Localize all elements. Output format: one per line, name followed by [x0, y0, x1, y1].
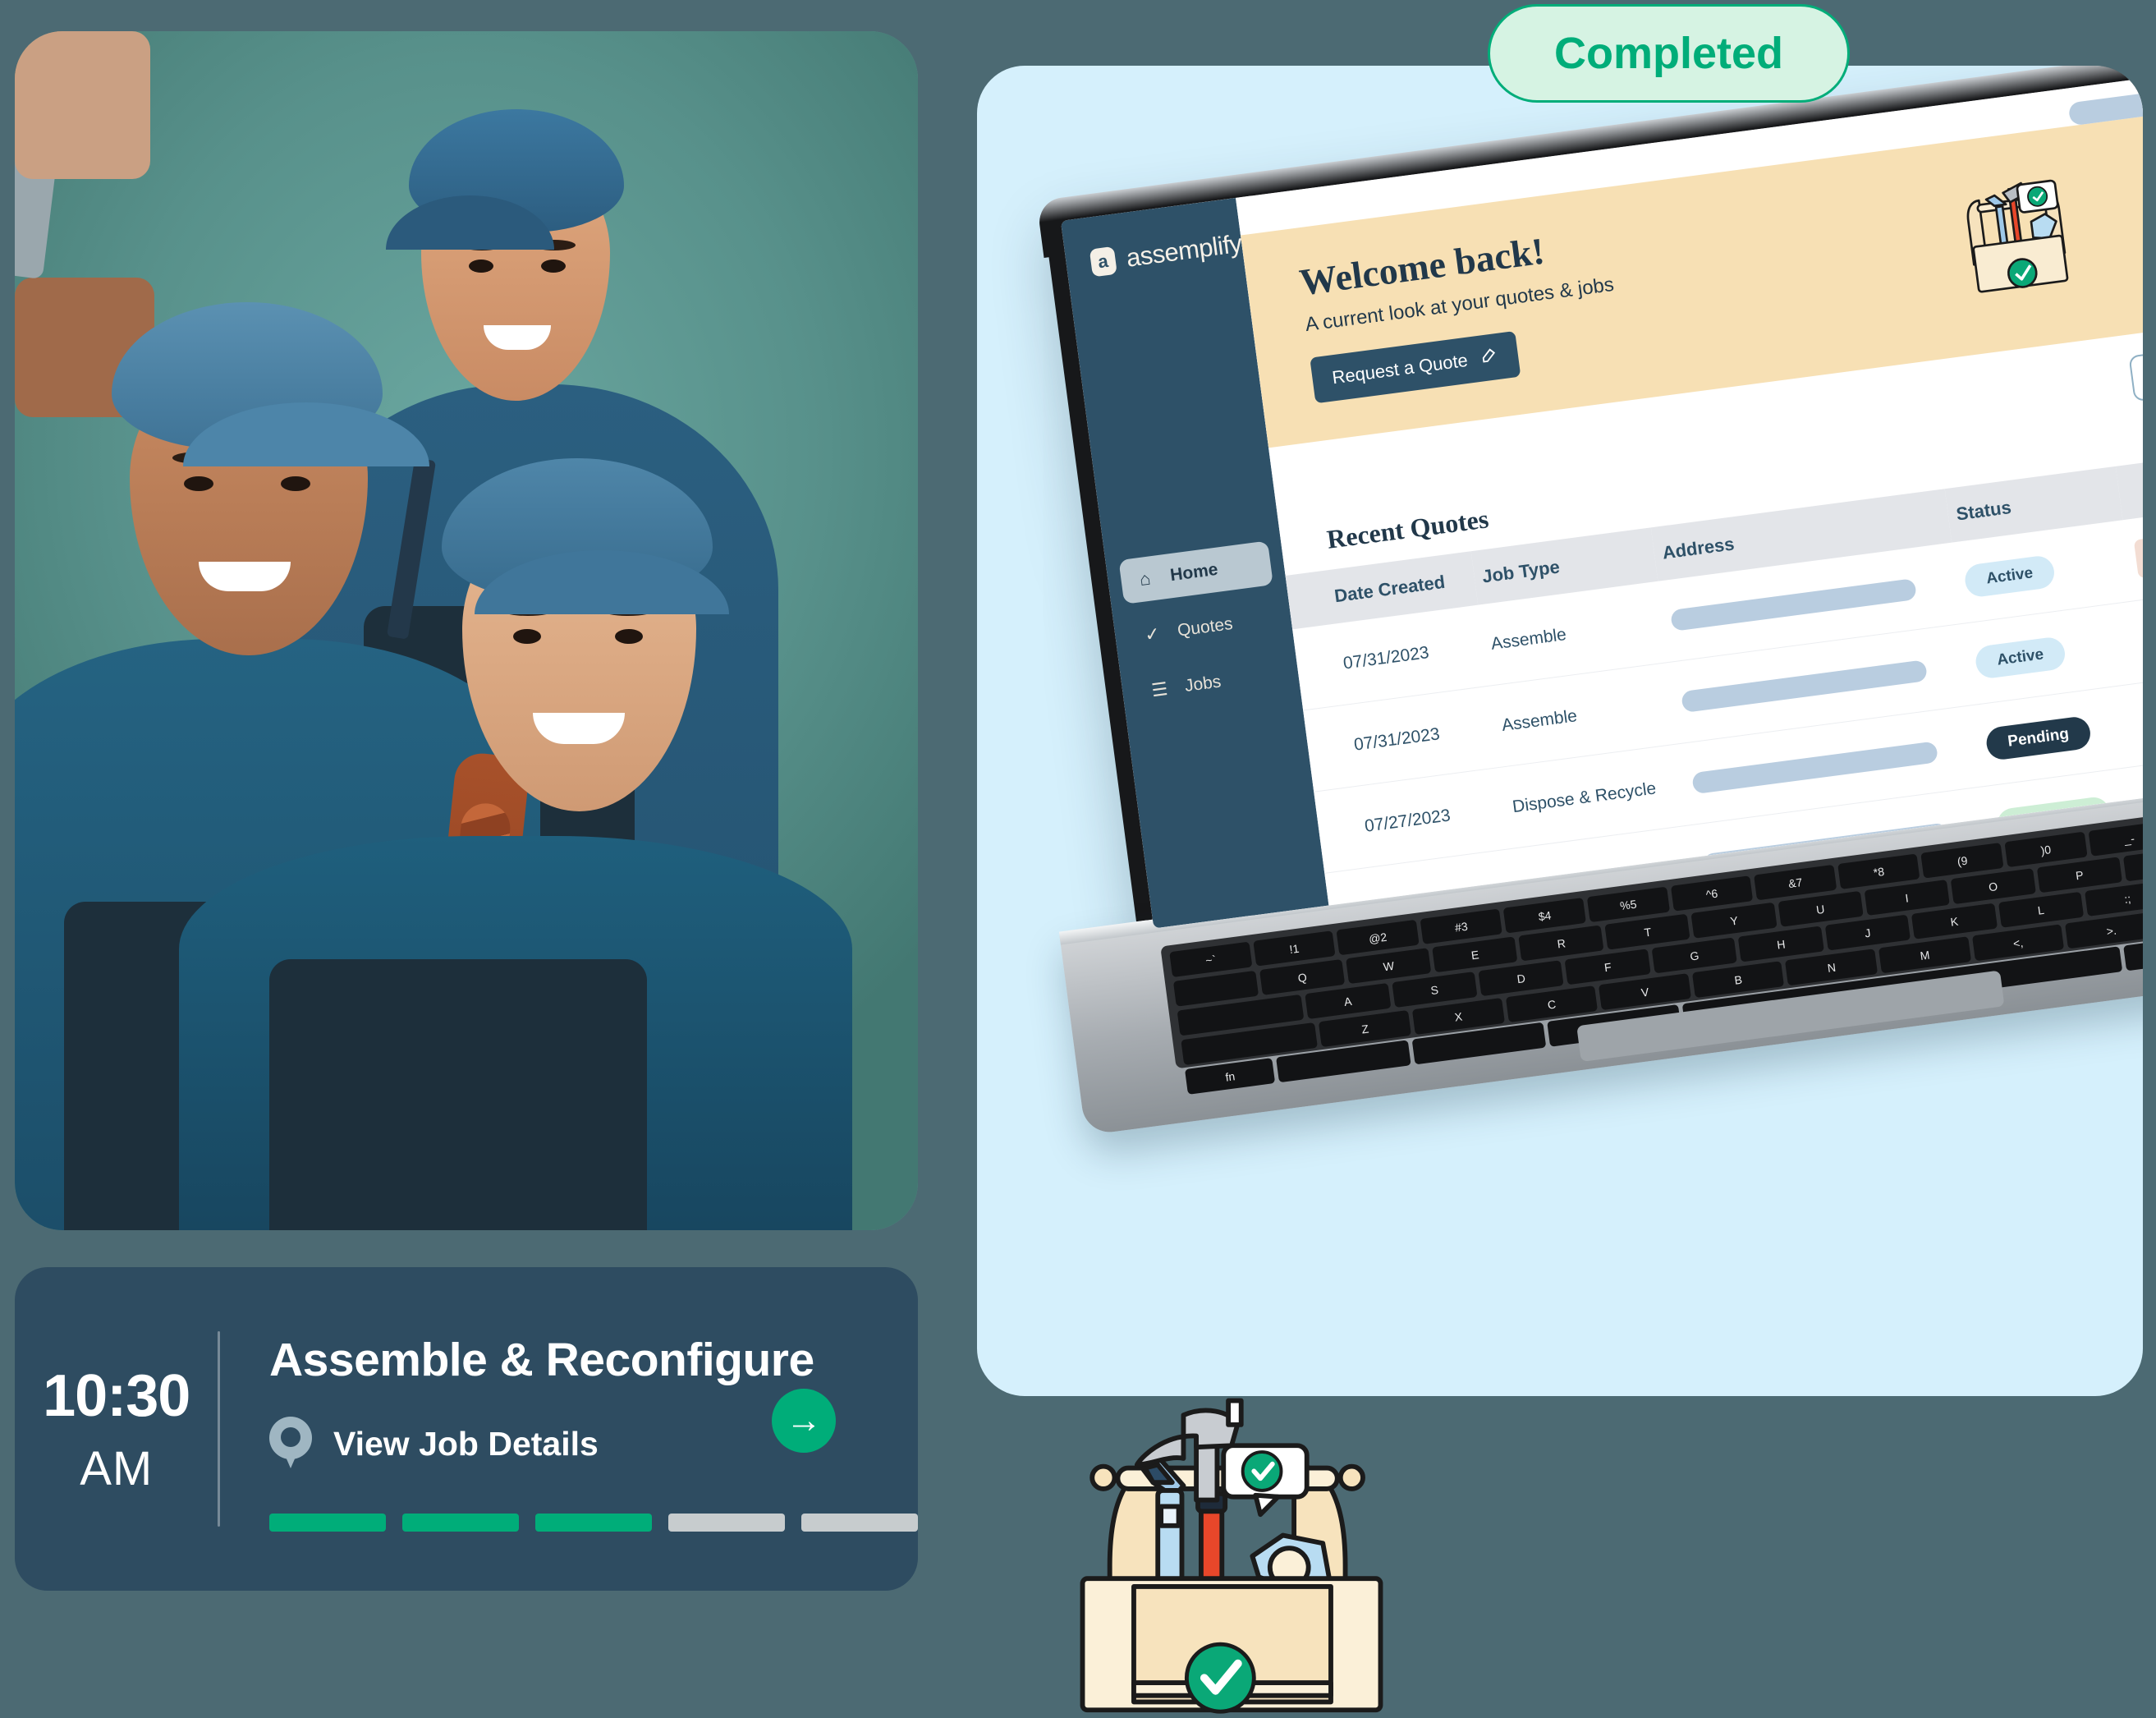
filter-button[interactable]: Filter	[2128, 343, 2143, 402]
laptop-screen: a assemplify ⌂ Home ✓ Quotes ☰ Jobs Welc…	[1060, 69, 2143, 929]
go-to-job-button[interactable]: →	[772, 1389, 836, 1453]
request-a-quote-button[interactable]: Request a Quote	[1310, 330, 1521, 404]
address-placeholder-bar	[1681, 659, 1928, 713]
progress-step	[402, 1514, 519, 1532]
pencil-square-icon	[1479, 345, 1500, 370]
sidebar-item-home[interactable]: ⌂ Home	[1118, 540, 1273, 604]
address-placeholder-bar	[1670, 577, 1917, 632]
job-time-value: 10:30	[43, 1362, 190, 1429]
eye-left	[469, 260, 493, 273]
address-placeholder-bar	[1691, 740, 1938, 794]
eye-right	[281, 476, 310, 491]
neck	[15, 31, 150, 179]
sidebar-item-label: Quotes	[1176, 613, 1234, 641]
sidebar-item-jobs[interactable]: ☰ Jobs	[1133, 651, 1287, 714]
brand: a assemplify	[1065, 229, 1244, 282]
check-badge-icon: ✓	[1143, 622, 1162, 645]
job-summary-card[interactable]: 10:30 AM Assemble & Reconfigure View Job…	[15, 1267, 918, 1591]
laptop-mockup: a assemplify ⌂ Home ✓ Quotes ☰ Jobs Welc…	[1042, 66, 2143, 1231]
job-title: Assemble & Reconfigure	[269, 1334, 814, 1386]
status-badge: Active	[1963, 554, 2057, 599]
brand-name: assemplify	[1124, 228, 1244, 273]
progress-step	[535, 1514, 652, 1532]
product-showcase-panel: a assemplify ⌂ Home ✓ Quotes ☰ Jobs Welc…	[977, 66, 2143, 1396]
welcome-copy: Welcome back! A current look at your quo…	[1297, 220, 1624, 404]
eye-right	[541, 260, 566, 273]
status-badge-completed: Completed	[1488, 4, 1851, 103]
sidebar-nav: ⌂ Home ✓ Quotes ☰ Jobs	[1106, 539, 1301, 716]
progress-step	[668, 1514, 785, 1532]
assemplify-logo-icon: a	[1089, 246, 1117, 278]
toolbox-illustration	[1063, 1388, 1400, 1718]
job-time: 10:30 AM	[15, 1267, 218, 1591]
request-a-quote-label: Request a Quote	[1330, 349, 1470, 388]
eye-right	[615, 629, 643, 644]
technician-front	[15, 31, 852, 1230]
team-photo-card	[15, 31, 918, 1230]
toolbox-illustration-small	[1933, 161, 2105, 315]
sidebar-item-quotes[interactable]: ✓ Quotes	[1126, 596, 1280, 659]
eye-left	[184, 476, 213, 491]
home-icon: ⌂	[1138, 567, 1152, 590]
progress-step	[269, 1514, 386, 1532]
view-job-details-label[interactable]: View Job Details	[333, 1425, 599, 1463]
sidebar-item-label: Jobs	[1183, 672, 1222, 696]
location-pin-icon	[269, 1417, 312, 1471]
apron	[269, 959, 647, 1230]
job-details: Assemble & Reconfigure View Job Details …	[220, 1267, 918, 1591]
dashboard-main: Welcome back! A current look at your quo…	[1236, 69, 2143, 906]
composition-root: 10:30 AM Assemble & Reconfigure View Job…	[0, 0, 2156, 1718]
status-badge: Pending	[1984, 714, 2093, 761]
laptop-lid: a assemplify ⌂ Home ✓ Quotes ☰ Jobs Welc…	[1042, 66, 2143, 943]
status-badge: Active	[1974, 635, 2067, 680]
smile	[199, 562, 291, 591]
progress-step	[801, 1514, 918, 1532]
key[interactable]: _-	[2088, 820, 2143, 857]
smile	[533, 713, 625, 744]
sidebar-item-label: Home	[1168, 559, 1219, 586]
job-progress-steps	[269, 1514, 918, 1532]
job-time-meridiem: AM	[80, 1441, 154, 1495]
eye-left	[513, 629, 541, 644]
view-quote-button[interactable]: View Quote	[2133, 524, 2143, 579]
document-icon: ☰	[1149, 678, 1169, 701]
smile	[484, 325, 551, 350]
